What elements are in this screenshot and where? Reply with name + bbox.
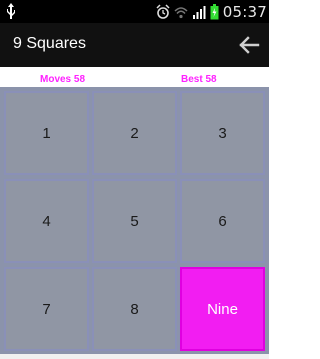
best-score: Best 58	[181, 74, 217, 85]
bottom-edge	[0, 354, 269, 359]
tile-3[interactable]: 3	[180, 91, 265, 175]
tile-4[interactable]: 4	[4, 179, 89, 263]
tile-nine[interactable]: Nine	[180, 267, 265, 351]
tile-2[interactable]: 2	[92, 91, 177, 175]
tile-7[interactable]: 7	[4, 267, 89, 351]
back-arrow-icon[interactable]	[237, 33, 261, 57]
score-bar: Moves 58 Best 58	[0, 67, 269, 87]
status-time: 05:37	[222, 2, 267, 21]
tile-8[interactable]: 8	[92, 267, 177, 351]
moves-counter: Moves 58	[40, 74, 86, 85]
tile-1[interactable]: 1	[4, 91, 89, 175]
tile-6[interactable]: 6	[180, 179, 265, 263]
usb-icon	[7, 3, 15, 19]
alarm-icon	[156, 3, 170, 19]
battery-icon	[210, 3, 219, 19]
wifi-icon	[174, 6, 188, 18]
game-board: 1 2 3 4 5 6 7 8 Nine	[0, 87, 269, 359]
action-bar: 9 Squares	[0, 23, 269, 67]
app-title: 9 Squares	[13, 35, 86, 52]
signal-icon	[192, 5, 206, 19]
tile-5[interactable]: 5	[92, 179, 177, 263]
status-bar: 05:37	[0, 0, 269, 23]
